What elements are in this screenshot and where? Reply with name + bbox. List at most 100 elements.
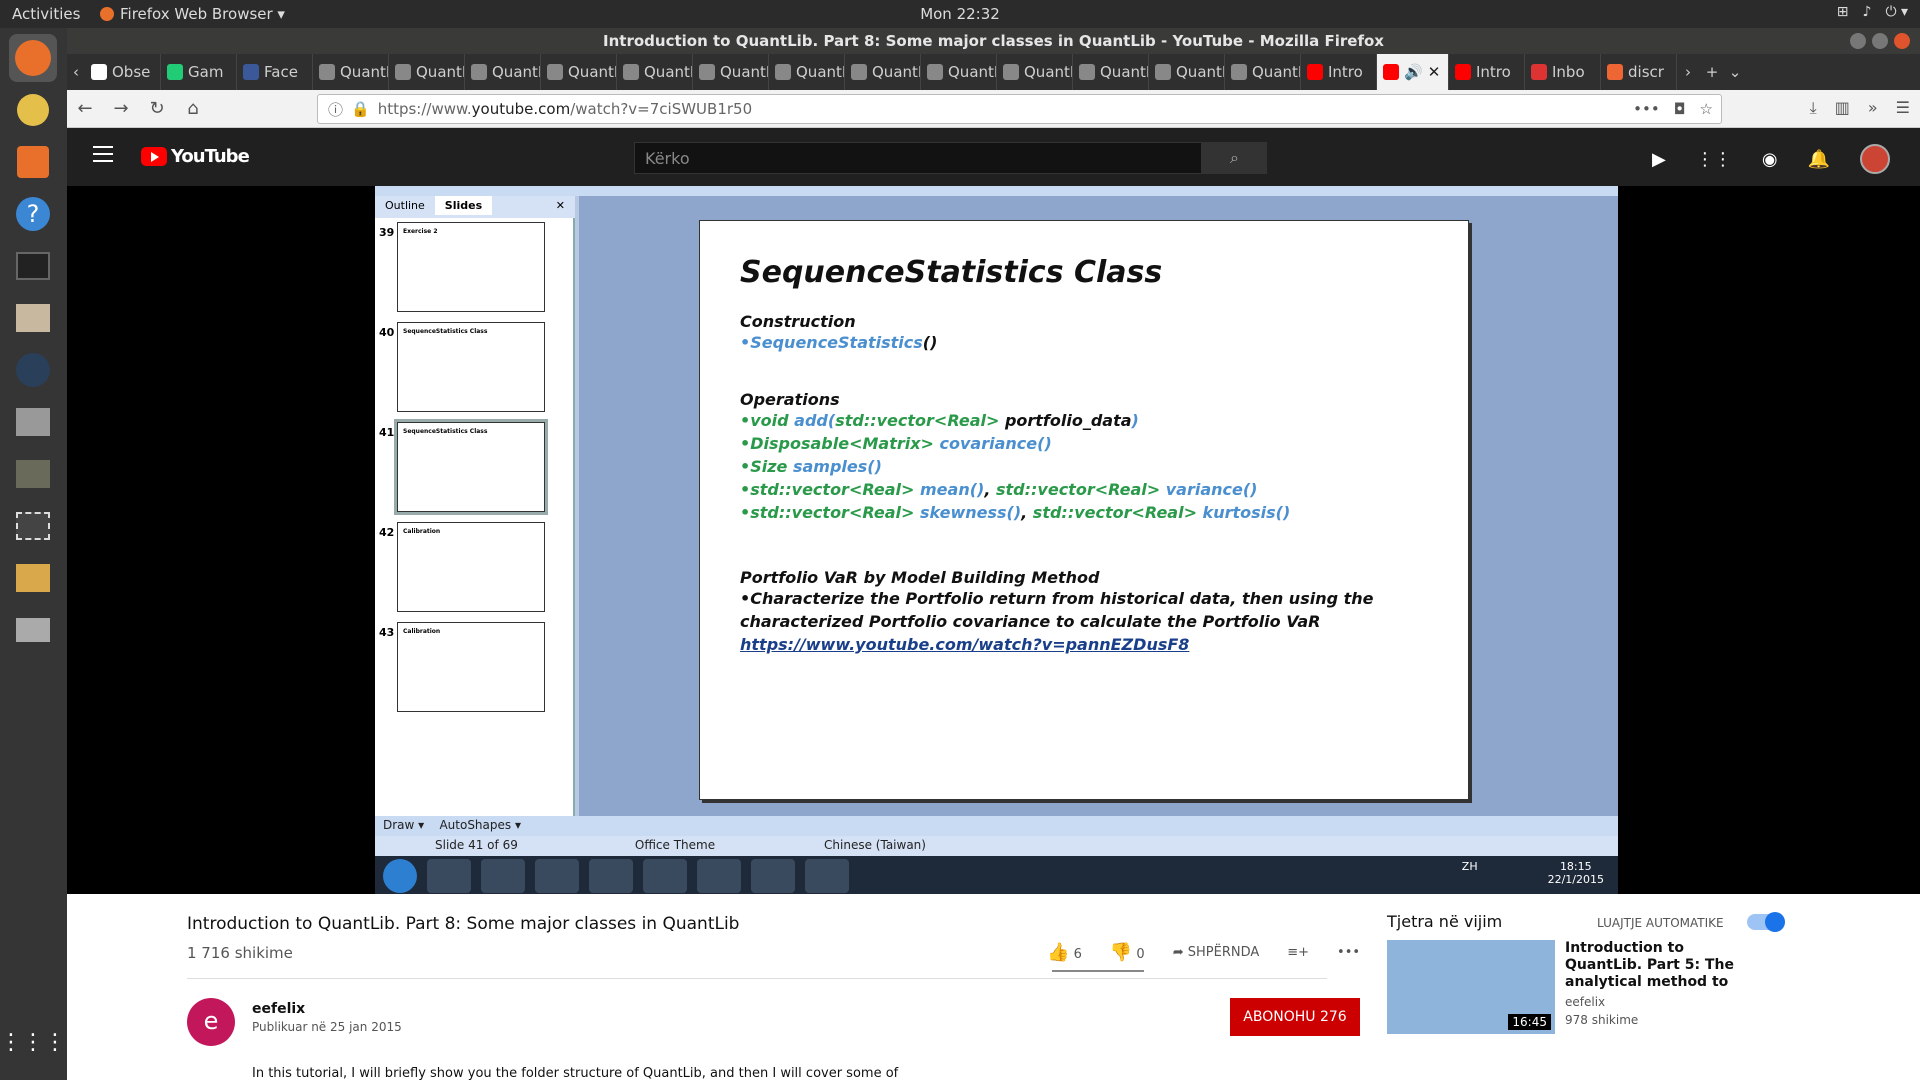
video-player[interactable]: Outline Slides ✕ 39 Exercise 2 40 SequenceSta… xyxy=(67,186,1920,896)
create-video-icon[interactable]: ▶ xyxy=(1652,149,1666,170)
pocket-icon[interactable]: ◘ xyxy=(1674,100,1686,118)
maximize-button[interactable] xyxy=(1872,33,1888,49)
slide: SequenceStatistics Class Construction •S… xyxy=(699,220,1469,800)
tab[interactable]: Intro xyxy=(1449,54,1525,90)
tab-active[interactable]: 🔊 ✕ xyxy=(1377,54,1449,90)
tab-outline[interactable]: Outline xyxy=(375,196,435,215)
tab-scroll-right-icon[interactable]: › xyxy=(1677,63,1699,81)
video-editor-launcher-icon[interactable] xyxy=(9,502,57,550)
tab[interactable]: QuantLi xyxy=(1225,54,1301,90)
tab[interactable]: Gam xyxy=(161,54,237,90)
thumbnail-title: Exercise 2 xyxy=(403,228,438,235)
archive-launcher-icon[interactable] xyxy=(9,554,57,602)
steam-launcher-icon[interactable] xyxy=(9,346,57,394)
clock[interactable]: Mon 22:32 xyxy=(920,5,1000,23)
page-actions-icon[interactable]: ••• xyxy=(1633,100,1660,118)
recommended-title[interactable]: Introduction to QuantLib. Part 5: The an… xyxy=(1565,940,1765,991)
apps-grid-icon[interactable]: ⋮⋮ xyxy=(1696,149,1732,170)
notifications-bell-icon[interactable]: 🔔 xyxy=(1808,149,1830,170)
add-to-playlist-icon[interactable]: ≡+ xyxy=(1287,945,1309,960)
software-center-launcher-icon[interactable] xyxy=(9,138,57,186)
tab[interactable]: QuantLi xyxy=(1149,54,1225,90)
info-icon[interactable]: ⓘ xyxy=(328,99,343,120)
tab[interactable]: QuantLi xyxy=(997,54,1073,90)
share-label: SHPËRNDA xyxy=(1187,945,1260,960)
gimp-launcher-icon[interactable] xyxy=(9,450,57,498)
channel-name[interactable]: eefelix xyxy=(252,1001,305,1017)
scanner-launcher-icon[interactable] xyxy=(9,606,57,654)
tab[interactable]: QuantLi xyxy=(313,54,389,90)
subscribe-button[interactable]: ABONOHU 276 xyxy=(1230,998,1360,1036)
code-text: , xyxy=(1021,503,1033,522)
app-menu[interactable]: Firefox Web Browser ▾ xyxy=(100,5,285,23)
favicon-icon xyxy=(623,64,639,80)
share-button[interactable]: ➦ SHPËRNDA xyxy=(1173,945,1260,960)
tab[interactable]: discr xyxy=(1601,54,1677,90)
dislike-button[interactable]: 👎 0 xyxy=(1110,942,1145,963)
close-window-button[interactable] xyxy=(1894,33,1910,49)
slide-thumbnail[interactable]: 41 SequenceStatistics Class xyxy=(375,419,575,518)
new-tab-icon[interactable]: + xyxy=(1699,63,1725,81)
home-button[interactable]: ⌂ xyxy=(175,98,211,119)
tab[interactable]: QuantLi xyxy=(465,54,541,90)
tab[interactable]: QuantLi xyxy=(693,54,769,90)
forward-button[interactable]: → xyxy=(103,98,139,119)
firefox-launcher-icon[interactable] xyxy=(9,34,57,82)
terminal-launcher-icon[interactable] xyxy=(9,242,57,290)
system-tray[interactable]: ⊞ ♪ ⏻ ▾ xyxy=(1837,4,1908,20)
search-input[interactable]: Kërko xyxy=(634,142,1202,174)
channel-avatar[interactable]: e xyxy=(187,998,235,1046)
more-actions-icon[interactable]: ••• xyxy=(1337,945,1360,960)
guide-menu-icon[interactable] xyxy=(93,146,113,162)
slide-thumbnail[interactable]: 42 Calibration xyxy=(375,522,575,618)
url-bar[interactable]: ⓘ 🔒 https://www.youtube.com/watch?v=7ciSW… xyxy=(317,94,1722,124)
tab[interactable]: QuantLi xyxy=(845,54,921,90)
back-button[interactable]: ← xyxy=(67,98,103,119)
reload-button[interactable]: ↻ xyxy=(139,98,175,119)
tab[interactable]: QuantLi xyxy=(769,54,845,90)
slide-thumbnail[interactable]: 43 Calibration xyxy=(375,622,575,718)
search-button[interactable]: ⌕ xyxy=(1202,142,1267,174)
close-pane-icon[interactable]: ✕ xyxy=(546,196,575,215)
tab[interactable]: QuantLi xyxy=(617,54,693,90)
speaker-icon[interactable]: 🔊 xyxy=(1404,63,1423,81)
minimize-button[interactable] xyxy=(1850,33,1866,49)
tab[interactable]: Intro xyxy=(1301,54,1377,90)
tab[interactable]: Inbo xyxy=(1525,54,1601,90)
sidebar-icon[interactable]: ▥ xyxy=(1835,98,1850,118)
tab-list-icon[interactable]: ⌄ xyxy=(1725,63,1745,81)
tab-scroll-left-icon[interactable]: ‹ xyxy=(67,63,85,81)
files-launcher-icon[interactable] xyxy=(9,294,57,342)
tab-slides[interactable]: Slides xyxy=(434,196,493,215)
overflow-icon[interactable]: » xyxy=(1868,98,1878,118)
bookmark-star-icon[interactable]: ☆ xyxy=(1700,100,1713,118)
tab[interactable]: QuantLi xyxy=(541,54,617,90)
close-tab-icon[interactable]: ✕ xyxy=(1428,63,1441,81)
tab[interactable]: Face xyxy=(237,54,313,90)
slide-thumbnail[interactable]: 39 Exercise 2 xyxy=(375,222,575,318)
help-launcher-icon[interactable]: ? xyxy=(9,190,57,238)
recommended-video[interactable]: 16:45 Introduction to QuantLib. Part 5: … xyxy=(1387,940,1765,1034)
slide-thumbnail[interactable]: 40 SequenceStatistics Class xyxy=(375,322,575,418)
autoplay-toggle[interactable] xyxy=(1747,912,1785,932)
tab[interactable]: QuantLi xyxy=(389,54,465,90)
like-button[interactable]: 👍 6 xyxy=(1047,942,1082,963)
menu-icon[interactable]: ☰ xyxy=(1896,98,1910,118)
tab[interactable]: QuantLi xyxy=(1073,54,1149,90)
blocked-app-launcher-icon[interactable] xyxy=(9,398,57,446)
draw-menu: Draw ▾ xyxy=(383,818,425,832)
messages-icon[interactable]: ◉ xyxy=(1762,149,1778,170)
slide-line: •Disposable<Matrix> covariance() xyxy=(740,432,1428,455)
favicon-icon xyxy=(471,64,487,80)
account-avatar[interactable] xyxy=(1860,144,1890,174)
favicon-icon xyxy=(927,64,943,80)
activities-button[interactable]: Activities xyxy=(12,5,80,23)
downloads-icon[interactable]: ⤓ xyxy=(1810,98,1817,118)
youtube-play-icon xyxy=(141,147,167,166)
show-apps-icon[interactable]: ⋮⋮⋮ xyxy=(0,1018,66,1066)
youtube-logo[interactable]: YouTube xyxy=(141,146,250,167)
tab[interactable]: Obse xyxy=(85,54,161,90)
rhythmbox-launcher-icon[interactable] xyxy=(9,86,57,134)
recommended-thumbnail[interactable]: 16:45 xyxy=(1387,940,1555,1034)
tab[interactable]: QuantLi xyxy=(921,54,997,90)
